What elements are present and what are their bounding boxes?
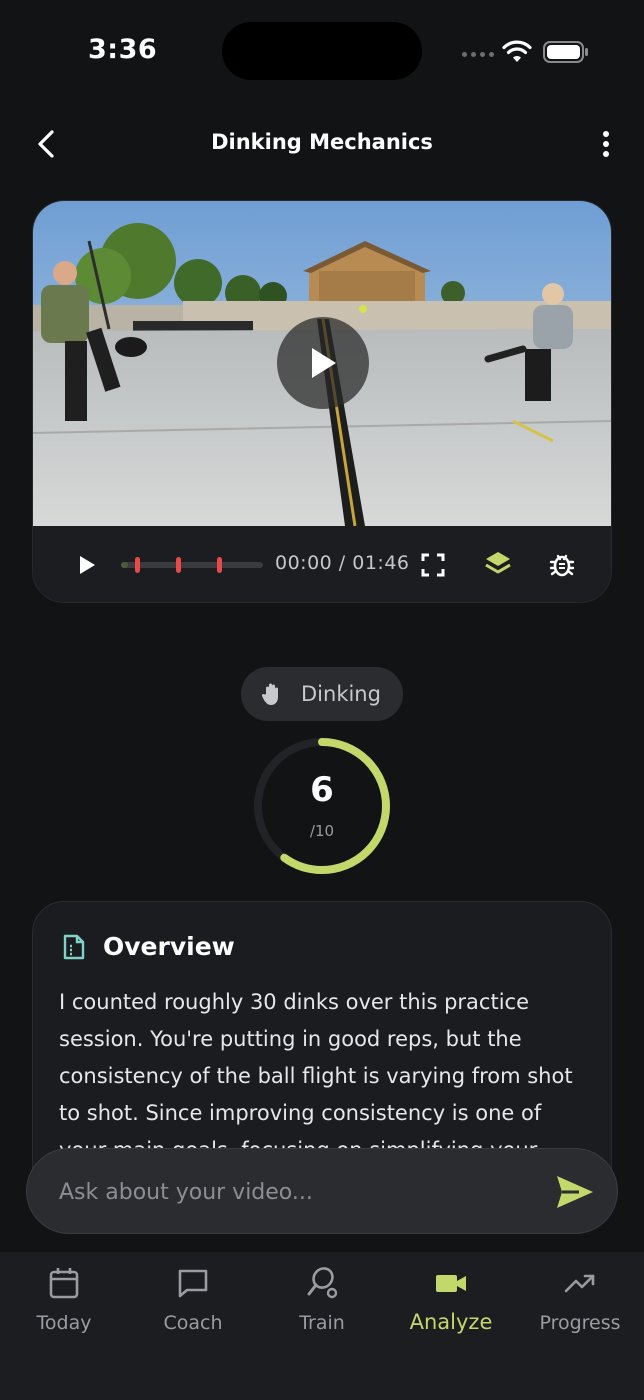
fullscreen-icon[interactable] (419, 551, 447, 579)
chat-icon (178, 1269, 208, 1298)
video-timeline[interactable] (121, 557, 263, 573)
nav-label-train: Train (299, 1312, 345, 1334)
video-frame[interactable] (33, 201, 611, 526)
send-icon[interactable] (553, 1171, 597, 1213)
paddle-icon (307, 1267, 338, 1299)
play-icon (80, 556, 95, 574)
status-time: 3:36 (88, 34, 158, 65)
nav-item-analyze[interactable]: Analyze (396, 1266, 506, 1346)
time-total: 01:46 (352, 552, 410, 574)
document-icon (63, 934, 85, 960)
more-vertical-icon (603, 131, 609, 157)
header: Dinking Mechanics (0, 112, 644, 176)
more-options-button[interactable] (586, 124, 626, 164)
timeline-marker[interactable] (134, 557, 140, 573)
time-readout: 00:00 / 01:46 (275, 552, 410, 574)
video-player: 00:00 / 01:46 (32, 200, 612, 603)
calendar-icon (49, 1268, 79, 1299)
dynamic-island (222, 22, 422, 80)
bug-icon[interactable] (547, 549, 577, 579)
overview-title: Overview (103, 932, 235, 961)
nav-label-coach: Coach (163, 1312, 223, 1334)
nav-item-train[interactable]: Train (267, 1266, 377, 1346)
play-icon (312, 348, 336, 378)
nav-label-today: Today (36, 1312, 92, 1334)
timeline-marker[interactable] (175, 557, 181, 573)
time-current: 00:00 (275, 552, 333, 574)
nav-item-progress[interactable]: Progress (525, 1266, 635, 1346)
video-play-button[interactable] (277, 317, 369, 409)
control-play-button[interactable] (73, 551, 101, 579)
nav-item-today[interactable]: Today (9, 1266, 119, 1346)
page-title: Dinking Mechanics (211, 130, 433, 154)
ask-bar (26, 1148, 618, 1234)
layers-icon[interactable] (483, 549, 513, 579)
wifi-icon (502, 40, 532, 62)
timeline-marker[interactable] (216, 557, 222, 573)
category-label: Dinking (301, 682, 381, 706)
video-controls: 00:00 / 01:46 (33, 526, 611, 602)
trend-up-icon (564, 1274, 595, 1293)
category-chip[interactable]: Dinking (241, 667, 403, 721)
nav-label-progress: Progress (539, 1312, 621, 1334)
score-max: /10 (309, 822, 335, 840)
status-bar: 3:36 (0, 0, 644, 100)
nav-item-coach[interactable]: Coach (138, 1266, 248, 1346)
battery-icon (543, 41, 588, 63)
video-camera-icon (436, 1275, 466, 1292)
cellular-signal-icon (462, 52, 494, 57)
score-value: 6 (310, 770, 334, 810)
hand-icon (261, 683, 278, 705)
ask-input[interactable] (59, 1175, 529, 1209)
bottom-nav: Today Coach Train Analyze Progress (0, 1252, 644, 1400)
nav-label-analyze: Analyze (409, 1310, 493, 1334)
timeline-progress (121, 562, 129, 568)
time-separator: / (332, 552, 353, 574)
